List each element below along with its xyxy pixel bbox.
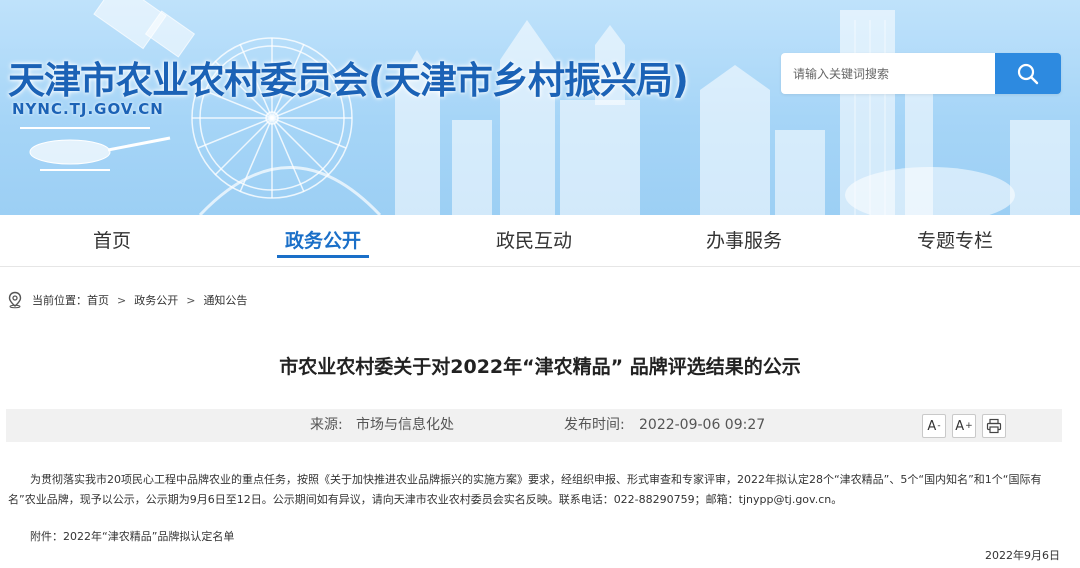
attachment-link[interactable]: 附件：2022年“津农精品”品牌拟认定名单 <box>30 528 234 544</box>
print-button[interactable] <box>982 414 1006 438</box>
publish-time-label: 发布时间: <box>564 417 625 433</box>
breadcrumb-separator: > <box>117 293 127 307</box>
breadcrumb-government-affairs[interactable]: 政务公开 <box>134 292 178 308</box>
search-box <box>781 53 1061 94</box>
header-banner: 天津市农业农村委员会(天津市乡村振兴局) NYNC.TJ.GOV.CN <box>0 0 1080 215</box>
nav-item-services[interactable]: 办事服务 <box>694 215 794 267</box>
breadcrumb-separator: > <box>186 293 196 307</box>
nav-item-home[interactable]: 首页 <box>62 215 162 267</box>
breadcrumb: 当前位置： 首页 > 政务公开 > 通知公告 <box>6 290 247 310</box>
printer-icon <box>986 418 1002 434</box>
font-increase-button[interactable]: A + <box>952 414 976 438</box>
search-button[interactable] <box>995 53 1061 94</box>
site-title[interactable]: 天津市农业农村委员会(天津市乡村振兴局) <box>8 50 689 104</box>
publish-time-value: 2022-09-06 09:27 <box>639 417 766 433</box>
nav-item-public-interaction[interactable]: 政民互动 <box>484 215 584 267</box>
font-decrease-button[interactable]: A- <box>922 414 946 438</box>
article-meta-bar: 来源: 市场与信息化处 发布时间: 2022-09-06 09:27 A- A + <box>6 409 1062 442</box>
source-label: 来源: <box>310 417 343 433</box>
article-body: 为贯彻落实我市20项民心工程中品牌农业的重点任务，按照《关于加快推进农业品牌振兴… <box>8 473 1042 506</box>
nav-active-indicator <box>277 255 369 258</box>
article-title: 市农业农村委关于对2022年“津农精品” 品牌评选结果的公示 <box>279 356 801 378</box>
nav-item-government-affairs[interactable]: 政务公开 <box>273 215 373 267</box>
site-domain: NYNC.TJ.GOV.CN <box>12 100 164 118</box>
search-input[interactable] <box>781 53 995 94</box>
main-nav: 首页 政务公开 政民互动 办事服务 专题专栏 <box>0 215 1080 267</box>
search-icon <box>1017 63 1039 84</box>
breadcrumb-prefix: 当前位置： <box>32 294 87 307</box>
location-pin-icon <box>8 291 22 309</box>
breadcrumb-home[interactable]: 首页 <box>87 292 109 308</box>
article-date: 2022年9月6日 <box>985 549 1060 562</box>
source-value: 市场与信息化处 <box>356 417 454 433</box>
nav-item-special-topics[interactable]: 专题专栏 <box>905 215 1005 267</box>
breadcrumb-notices[interactable]: 通知公告 <box>203 292 247 308</box>
